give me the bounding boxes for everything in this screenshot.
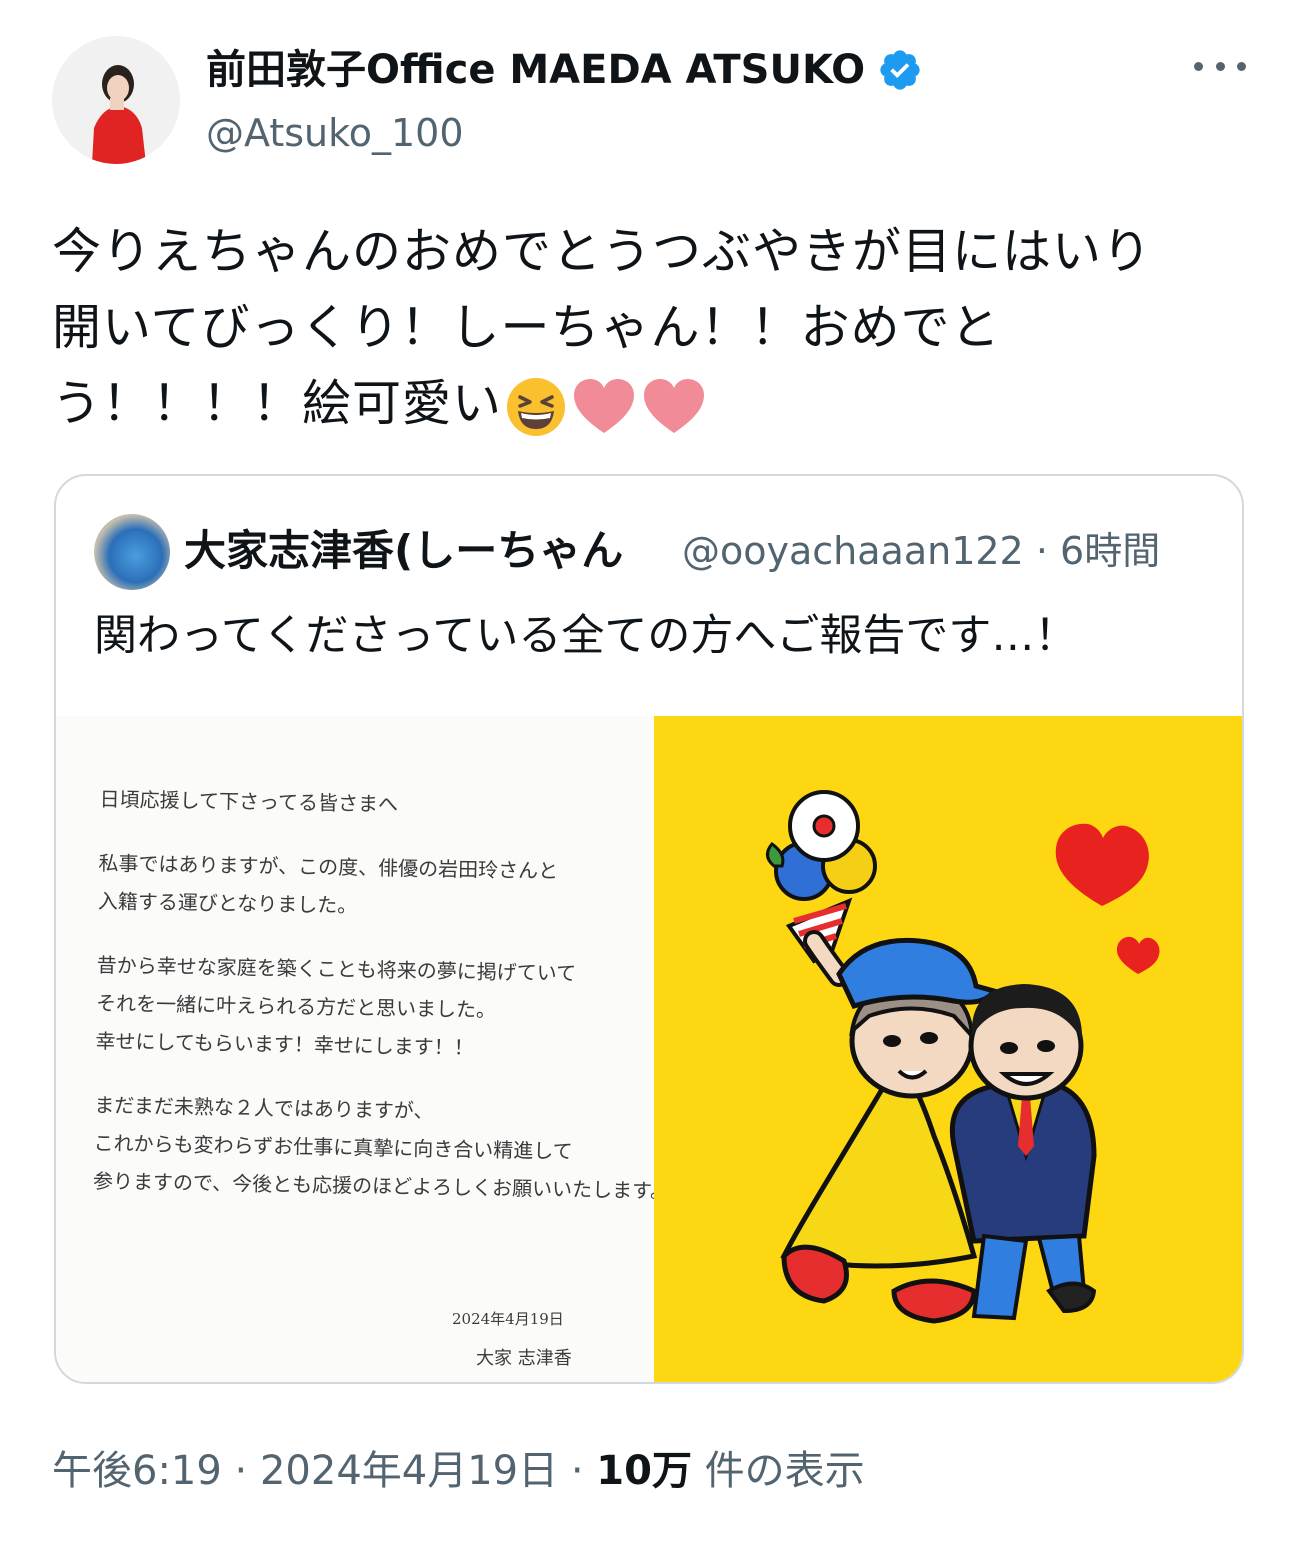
more-options-icon[interactable] (1192, 46, 1248, 86)
red-sneaker (781, 1244, 849, 1304)
tweet-line-2: 開いてびっくり！しーちゃん！！おめでと (52, 299, 1001, 356)
pink-heart-icon (644, 378, 705, 433)
meta-separator: · (1035, 529, 1048, 573)
quoted-time[interactable]: 6時間 (1060, 529, 1160, 573)
blue-cap (836, 937, 998, 1010)
grinning-squinting-face-icon (507, 377, 566, 436)
footer-separator: · (221, 1448, 260, 1494)
letter-signature: 大家 志津香 (476, 1348, 572, 1369)
quoted-author-name[interactable]: 大家志津香(しーちゃん (184, 524, 623, 578)
author-avatar[interactable] (52, 36, 180, 164)
post-date[interactable]: 2024年4月19日 (260, 1448, 558, 1494)
more-dot (1237, 61, 1246, 71)
more-dot (1194, 61, 1203, 71)
more-dot (1215, 61, 1225, 71)
author-name[interactable]: 前田敦子Office MAEDA ATSUKO (206, 44, 923, 96)
handwritten-letter-image[interactable]: 日頃応援して下さってる皆さまへ 私事ではありますが、この度、俳優の岩田玲さんと 入籍… (56, 716, 671, 1382)
quoted-meta: @ooyachaaan122 · 6時間 (682, 524, 1160, 578)
letter-text: 日頃応援して下さってる皆さまへ 私事ではありますが、この度、俳優の岩田玲さんと 入籍… (92, 780, 671, 1209)
tweet-line-1: 今りえちゃんのおめでとうつぶやきが目にはいり (52, 223, 1153, 280)
tweet-footer: 午後6:19 · 2024年4月19日 · 10万 件の表示 (52, 1440, 865, 1502)
tweet-line-3: う！！！！絵可愛い (52, 366, 1252, 442)
author-handle[interactable]: @Atsuko_100 (206, 108, 464, 158)
woman-dress (780, 1083, 978, 1269)
quoted-text: 関わってくださっている全ての方へご報告です…！ (94, 611, 1078, 661)
couple-illustration-image[interactable] (654, 716, 1242, 1382)
tweet-text: 今りえちゃんのおめでとうつぶやきが目にはいり 開いてびっくり！しーちゃん！！おめ… (52, 214, 1252, 442)
views-label: 件の表示 (691, 1448, 865, 1494)
red-heart-large (1055, 823, 1149, 906)
quoted-author-avatar[interactable] (94, 514, 170, 590)
author-avatar-image (52, 36, 180, 164)
post-time[interactable]: 午後6:19 (52, 1448, 222, 1494)
views-count[interactable]: 10万 (596, 1448, 692, 1494)
red-sneaker (891, 1278, 977, 1324)
footer-separator: · (558, 1448, 597, 1494)
quoted-author-handle[interactable]: @ooyachaaan122 (682, 529, 1024, 573)
quoted-tweet-card[interactable]: 大家志津香(しーちゃん @ooyachaaan122 · 6時間 関わってくださ… (54, 474, 1244, 1384)
red-heart-small (1116, 936, 1160, 974)
tweet-line-3-text: う！！！！絵可愛い (52, 375, 503, 432)
letter-line: 参りますので、今後とも応援のほどよろしくお願いいたします。 (92, 1168, 671, 1204)
couple-illustration (766, 790, 1160, 1324)
letter-date: 2024年4月19日 (452, 1310, 564, 1328)
pink-heart-icon (574, 378, 635, 433)
verified-badge-icon (880, 50, 920, 90)
author-display-name[interactable]: 前田敦子Office MAEDA ATSUKO (206, 44, 865, 96)
quoted-media[interactable]: 日頃応援して下さってる皆さまへ 私事ではありますが、この度、俳優の岩田玲さんと 入籍… (56, 716, 1242, 1382)
